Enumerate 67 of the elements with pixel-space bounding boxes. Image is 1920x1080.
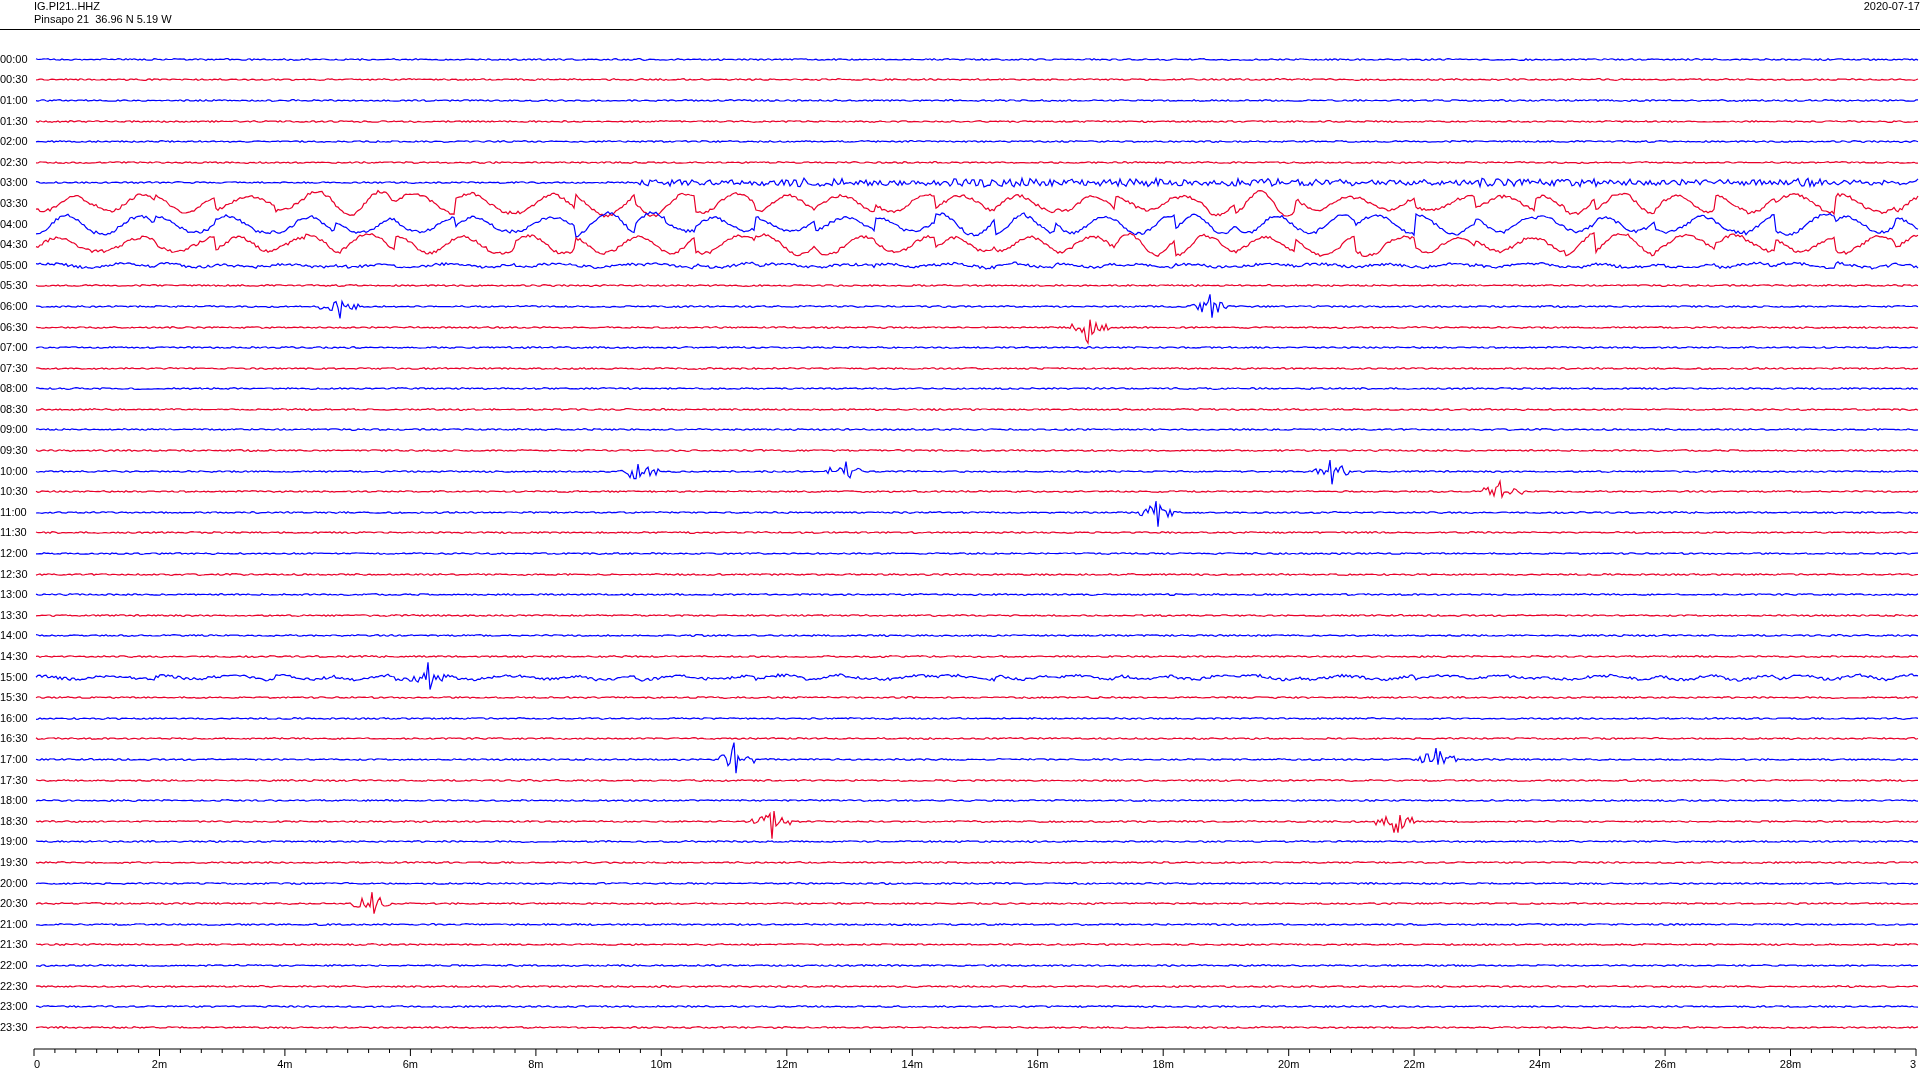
time-label: 01:00 [0,94,29,107]
time-label: 11:00 [0,505,28,519]
axis-tick-label: 4m [277,1057,293,1070]
time-label: 00:00 [0,52,29,66]
time-label: 22:30 [0,979,29,993]
time-label: 13:00 [0,588,29,602]
axis-tick-label: 14m [901,1057,923,1070]
time-label: 04:00 [0,217,29,231]
time-label: 18:00 [0,794,29,808]
time-label: 18:30 [0,814,29,828]
time-label: 14:00 [0,629,29,643]
axis-tick-label: 3 [1909,1057,1916,1070]
time-label: 00:30 [0,73,29,87]
date-label: 2020-07-17 [1863,0,1920,12]
axis-tick-label: 26m [1654,1057,1676,1070]
axis-tick-label: 0 [34,1057,41,1070]
time-label: 10:00 [0,464,29,478]
time-label: 05:30 [0,279,29,293]
time-label: 19:30 [0,855,29,869]
time-label: 17:30 [0,773,29,787]
axis-tick-label: 28m [1779,1057,1802,1070]
time-label: 23:00 [0,1000,29,1014]
time-label: 13:30 [0,608,29,622]
time-label: 12:30 [0,567,29,581]
time-label: 11:30 [0,526,28,540]
time-label: 21:30 [0,938,29,952]
axis-tick-label: 18m [1152,1057,1174,1070]
time-label: 03:00 [0,176,29,190]
time-label: 19:00 [0,835,29,849]
axis-tick-label: 12m [776,1057,798,1070]
time-label: 09:00 [0,423,29,437]
axis-tick-label: 10m [650,1057,672,1070]
time-label: 14:30 [0,650,29,663]
axis-tick-label: 20m [1278,1057,1300,1070]
axis-tick-label: 22m [1403,1057,1425,1070]
time-label: 21:00 [0,917,29,931]
time-label: 22:00 [0,958,29,972]
axis-tick-label: 2m [151,1057,168,1070]
time-label: 07:30 [0,361,29,375]
time-label: 10:30 [0,485,29,499]
axis-tick-label: 16m [1027,1057,1049,1070]
time-label: 06:00 [0,299,29,313]
time-label: 01:30 [0,114,29,128]
time-label: 15:30 [0,691,29,705]
time-label: 08:00 [0,382,29,396]
axis-tick-label: 24m [1528,1057,1551,1070]
time-label: 12:00 [0,547,29,561]
time-label: 02:30 [0,155,29,169]
axis-tick-label: 8m [528,1057,544,1070]
time-label: 20:30 [0,897,29,911]
time-label: 03:30 [0,196,29,210]
station-location: Pinsapo 21 36.96 N 5.19 W [34,13,172,26]
time-label: 09:30 [0,444,29,458]
time-label: 06:30 [0,320,29,334]
time-label: 05:00 [0,258,29,272]
time-label: 08:30 [0,402,29,416]
time-label: 17:00 [0,753,29,766]
time-label: 16:00 [0,711,29,725]
time-label: 04:30 [0,238,29,252]
time-label: 23:30 [0,1020,29,1034]
station-code: IG.PI21..HHZ [34,0,102,13]
time-label: 02:00 [0,135,29,149]
time-label: 15:00 [0,670,29,684]
time-label: 16:30 [0,732,29,746]
time-label: 07:00 [0,341,29,355]
axis-tick-label: 6m [402,1057,419,1070]
time-label: 20:00 [0,876,29,890]
